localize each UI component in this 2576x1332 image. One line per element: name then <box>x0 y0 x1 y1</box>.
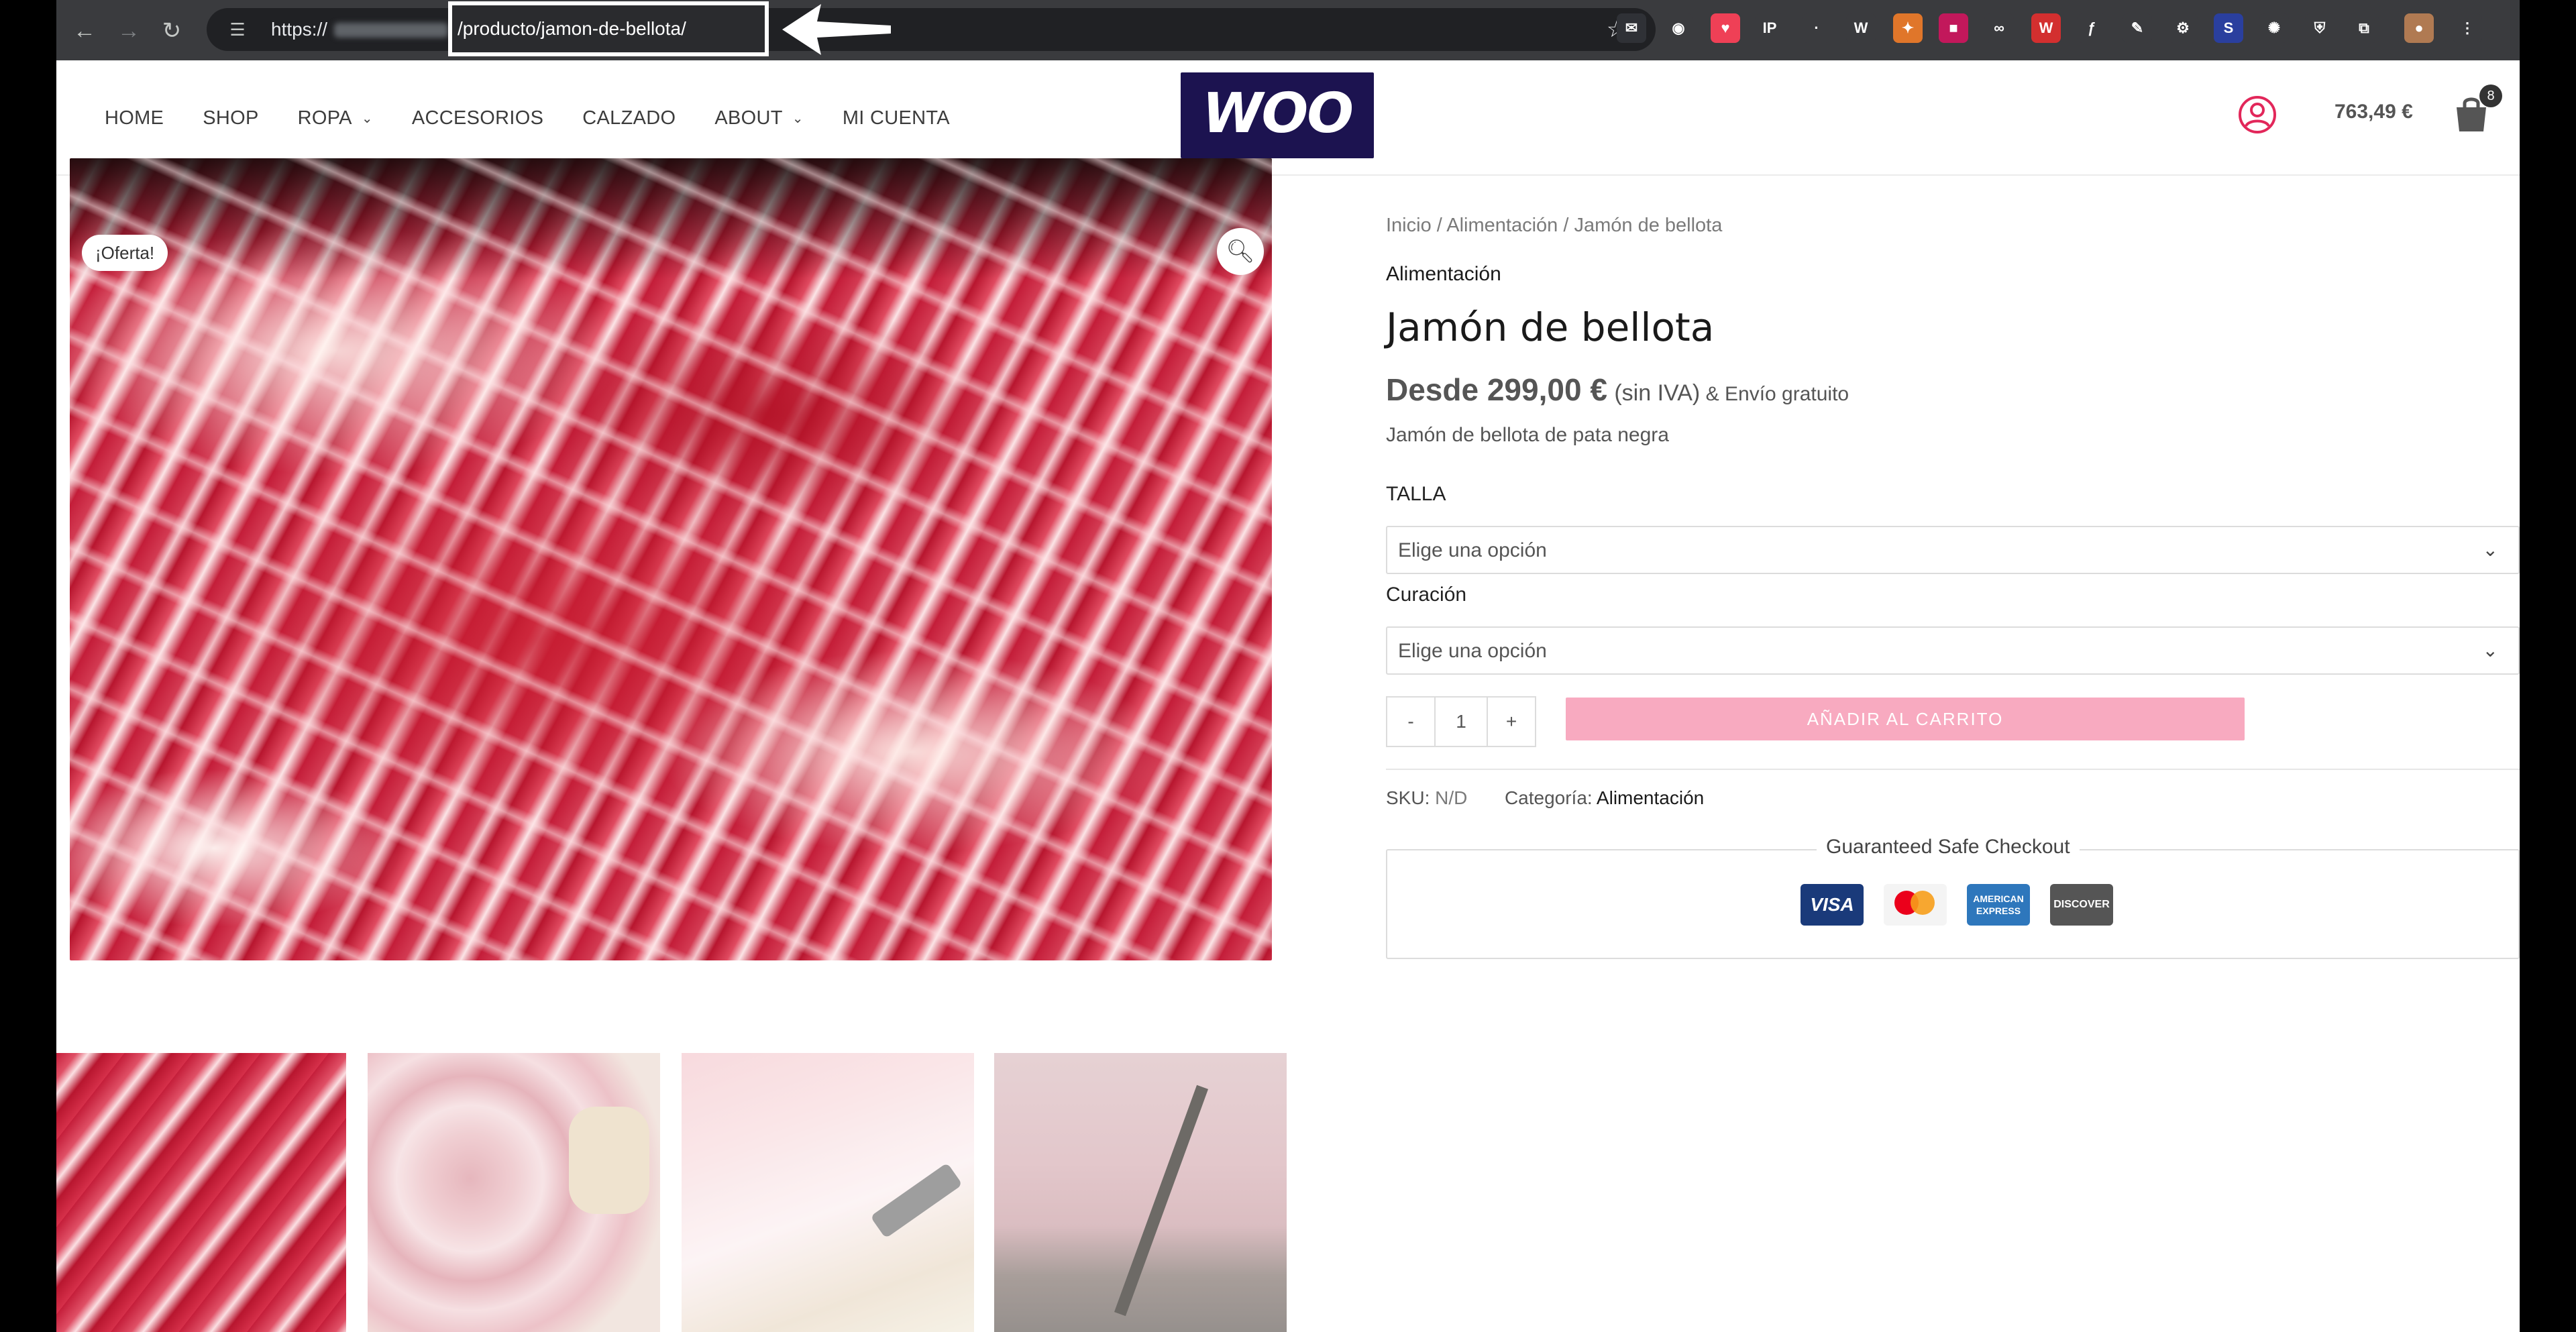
shield-extension-icon[interactable]: ⛨ <box>2305 13 2334 43</box>
site-info-icon[interactable]: ☰ <box>225 17 250 42</box>
visa-card-icon: VISA <box>1801 884 1864 926</box>
function-extension-icon[interactable]: ƒ <box>2077 13 2106 43</box>
profile-avatar-icon[interactable]: ● <box>2404 13 2434 43</box>
kebab-menu-icon[interactable]: ⋮ <box>2453 13 2482 43</box>
payment-cards: VISA AMERICAN EXPRESS DISCOVER <box>1801 884 2133 926</box>
price-line: Desde 299,00 € (sin IVA) & Envío gratuit… <box>1386 372 1849 408</box>
chevron-down-icon: ⌄ <box>2482 640 2498 661</box>
url-path: /producto/jamon-de-bellota/ <box>458 18 686 39</box>
category-meta-link[interactable]: Alimentación <box>1597 787 1704 808</box>
quantity-stepper: - 1 + <box>1386 696 1536 747</box>
menu-item-mi-cuenta[interactable]: MI CUENTA <box>843 107 950 129</box>
attribute-label-talla: TALLA <box>1386 483 1446 505</box>
menu-item-label: SHOP <box>203 107 259 129</box>
product-thumbnail-3[interactable] <box>682 1053 974 1332</box>
menu-item-label: ACCESORIOS <box>411 107 544 129</box>
url-path-highlight: /producto/jamon-de-bellota/ <box>448 1 769 56</box>
logo-text: WOO <box>1202 82 1354 146</box>
s-extension-icon[interactable]: S <box>2214 13 2243 43</box>
badge-extension-icon[interactable]: ■ <box>1939 13 1968 43</box>
product-meta: SKU: N/D Categoría: Alimentación <box>1386 787 1704 809</box>
menu-item-ropa[interactable]: ROPA ⌄ <box>298 107 373 129</box>
callout-arrow-icon <box>782 4 891 55</box>
add-to-cart-button[interactable]: AÑADIR AL CARRITO <box>1566 698 2245 740</box>
attribute-label-curacion: Curación <box>1386 584 1467 606</box>
cart-count-badge: 8 <box>2479 85 2502 107</box>
tax-note: (sin IVA) <box>1614 380 1701 406</box>
dim-extension-icon[interactable]: · <box>1802 13 1831 43</box>
mail-extension-icon[interactable]: ✉ <box>1617 13 1646 43</box>
cart-total[interactable]: 763,49 € <box>2334 101 2413 123</box>
menu-item-label: HOME <box>105 107 164 129</box>
mastercard-card-icon <box>1884 884 1947 926</box>
quantity-input[interactable]: 1 <box>1434 698 1488 746</box>
product-thumbnail-4[interactable] <box>994 1053 1287 1332</box>
chevron-down-icon: ⌄ <box>2482 539 2498 560</box>
breadcrumb[interactable]: Inicio / Alimentación / Jamón de bellota <box>1386 215 1722 237</box>
chevron-down-icon: ⌄ <box>361 111 373 126</box>
menu-item-about[interactable]: ABOUT ⌄ <box>714 107 803 129</box>
sparkle-extension-icon[interactable]: ✺ <box>2259 13 2289 43</box>
site-logo[interactable]: WOO <box>1181 72 1374 158</box>
url-domain-redacted <box>334 23 448 38</box>
talla-select-value: Elige una opción <box>1398 539 1547 561</box>
menu-item-accesorios[interactable]: ACCESORIOS <box>412 107 543 129</box>
product-thumbnail-2[interactable] <box>368 1053 660 1332</box>
product-title: Jamón de bellota <box>1386 304 1715 350</box>
account-icon[interactable] <box>2238 95 2277 134</box>
curacion-select-value: Elige una opción <box>1398 640 1547 662</box>
product-category-link[interactable]: Alimentación <box>1386 263 1501 286</box>
menu-item-home[interactable]: HOME <box>105 107 164 129</box>
browser-toolbar: ← → ↻ ☰ https:// ☆ /producto/jamon-de-be… <box>56 0 2520 60</box>
ip-extension-icon[interactable]: IP <box>1755 13 1784 43</box>
menu-item-calzado[interactable]: CALZADO <box>582 107 676 129</box>
fox-extension-icon[interactable]: ✦ <box>1893 13 1923 43</box>
back-icon[interactable]: ← <box>70 16 99 46</box>
shipping-note: & Envío gratuito <box>1705 383 1849 405</box>
sku-label: SKU: <box>1386 787 1430 808</box>
amex-card-icon: AMERICAN EXPRESS <box>1967 884 2030 926</box>
safe-checkout-box: Guaranteed Safe Checkout VISA AMERICAN E… <box>1386 836 2520 959</box>
product-price: Desde 299,00 € <box>1386 372 1607 407</box>
menu-item-label: ABOUT <box>714 107 783 129</box>
forward-icon[interactable]: → <box>114 16 144 46</box>
pocket-extension-icon[interactable]: ♥ <box>1711 13 1740 43</box>
sale-badge: ¡Oferta! <box>82 235 168 271</box>
divider <box>1386 769 2520 770</box>
menu-item-label: CALZADO <box>582 107 676 129</box>
curacion-select[interactable]: Elige una opción ⌄ <box>1386 626 2520 675</box>
magnifier-icon[interactable]: 🔍︎ <box>1217 228 1264 275</box>
quantity-minus-button[interactable]: - <box>1387 698 1434 746</box>
quantity-plus-button[interactable]: + <box>1488 698 1535 746</box>
link-extension-icon[interactable]: ∞ <box>1984 13 2014 43</box>
browser-window: ← → ↻ ☰ https:// ☆ /producto/jamon-de-be… <box>56 0 2520 1332</box>
safe-checkout-title: Guaranteed Safe Checkout <box>1817 836 2080 858</box>
address-bar[interactable]: ☰ https:// ☆ <box>207 8 1656 51</box>
gear-extension-icon[interactable]: ⚙ <box>2168 13 2198 43</box>
discover-card-icon: DISCOVER <box>2050 884 2113 926</box>
color-wheel-extension-icon[interactable]: ◉ <box>1664 13 1693 43</box>
menu-item-label: ROPA <box>297 107 352 129</box>
puzzle-extension-icon[interactable]: ⧉ <box>2349 13 2379 43</box>
category-label: Categoría: <box>1504 787 1593 808</box>
reload-icon[interactable]: ↻ <box>157 16 186 46</box>
talla-select[interactable]: Elige una opción ⌄ <box>1386 526 2520 574</box>
url-scheme: https:// <box>271 19 328 40</box>
wordpress-red-extension-icon[interactable]: W <box>2031 13 2061 43</box>
eyedropper-extension-icon[interactable]: ✎ <box>2123 13 2152 43</box>
short-description: Jamón de bellota de pata negra <box>1386 424 1669 446</box>
product-main-image[interactable] <box>70 158 1272 960</box>
product-thumbnail-1[interactable] <box>56 1053 346 1332</box>
menu-item-shop[interactable]: SHOP <box>203 107 258 129</box>
sku-value: N/D <box>1435 787 1468 808</box>
wordpress-extension-icon[interactable]: W <box>1846 13 1876 43</box>
menu-item-label: MI CUENTA <box>842 107 950 129</box>
chevron-down-icon: ⌄ <box>792 111 804 126</box>
